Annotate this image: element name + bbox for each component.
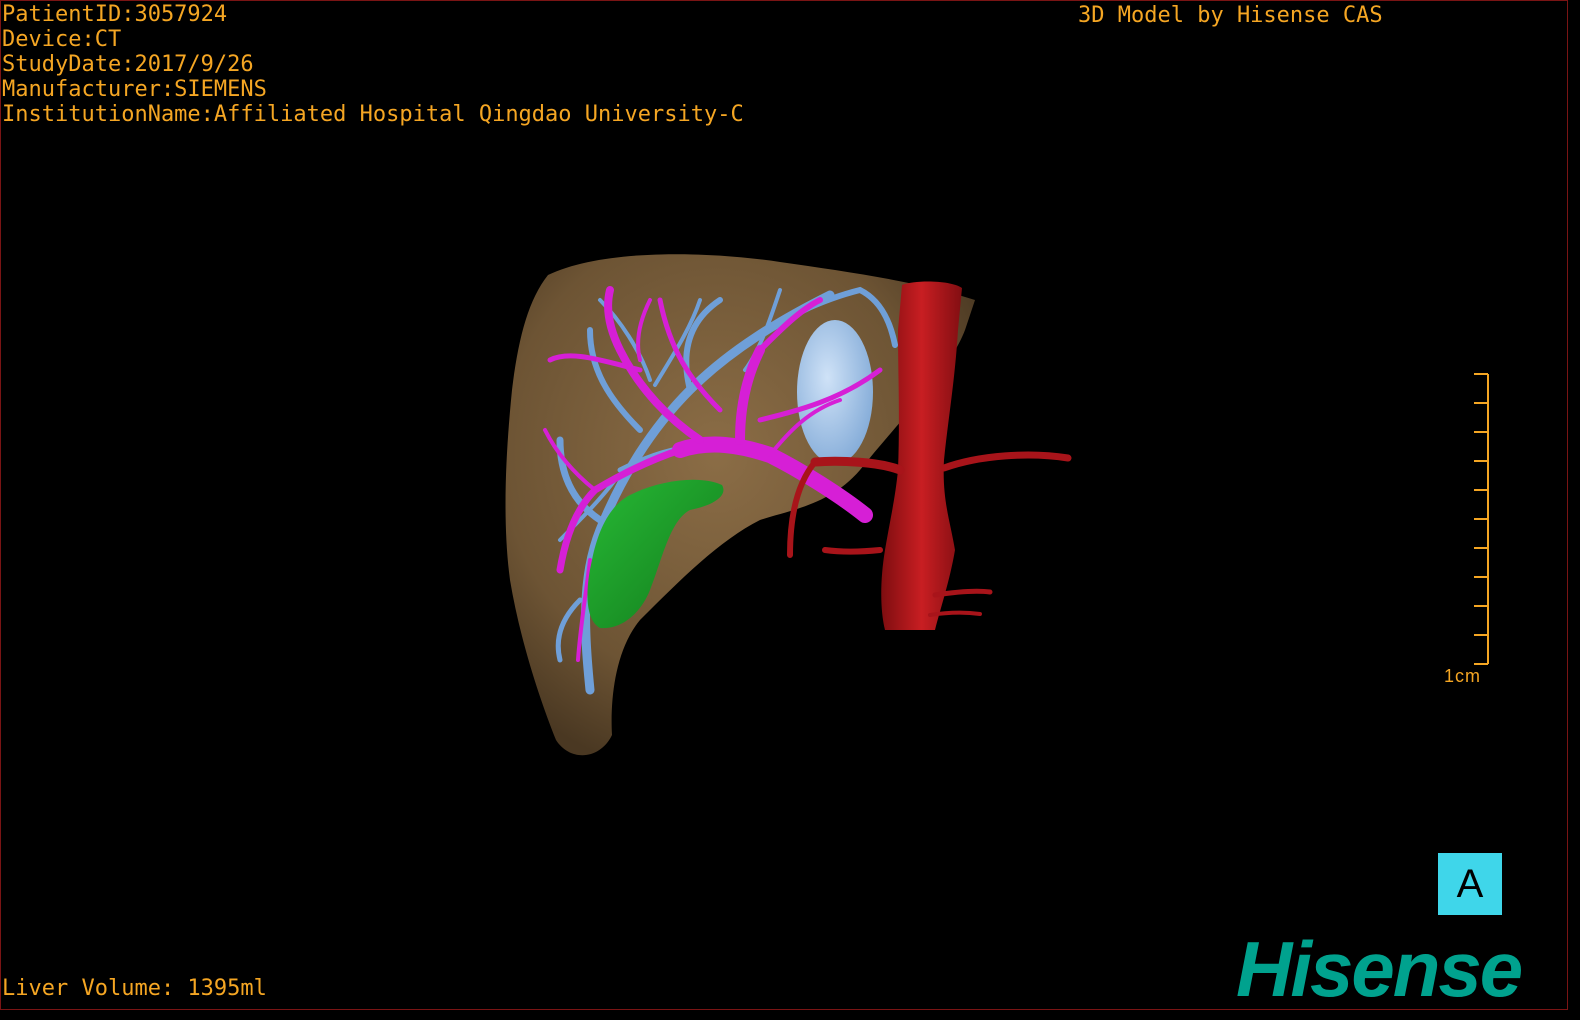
model-credit: 3D Model by Hisense CAS [1078, 3, 1383, 28]
institution-name: InstitutionName:Affiliated Hospital Qing… [2, 102, 744, 127]
device: Device:CT [2, 27, 122, 52]
patient-id: PatientID:3057924 [2, 2, 228, 27]
dicom-info-block: PatientID:3057924 Device:CT StudyDate:20… [2, 2, 744, 127]
study-date: StudyDate:2017/9/26 [2, 52, 254, 77]
tumor-mass [797, 320, 873, 464]
hisense-logo: Hisense [1236, 925, 1523, 1013]
manufacturer: Manufacturer:SIEMENS [2, 77, 267, 102]
liver-3d-model[interactable] [0, 0, 1580, 1020]
liver-volume: Liver Volume: 1395ml [2, 976, 267, 1001]
view-orientation-badge[interactable]: A [1438, 853, 1502, 915]
scale-bar [1474, 373, 1489, 665]
scale-label: 1cm [1444, 666, 1482, 686]
